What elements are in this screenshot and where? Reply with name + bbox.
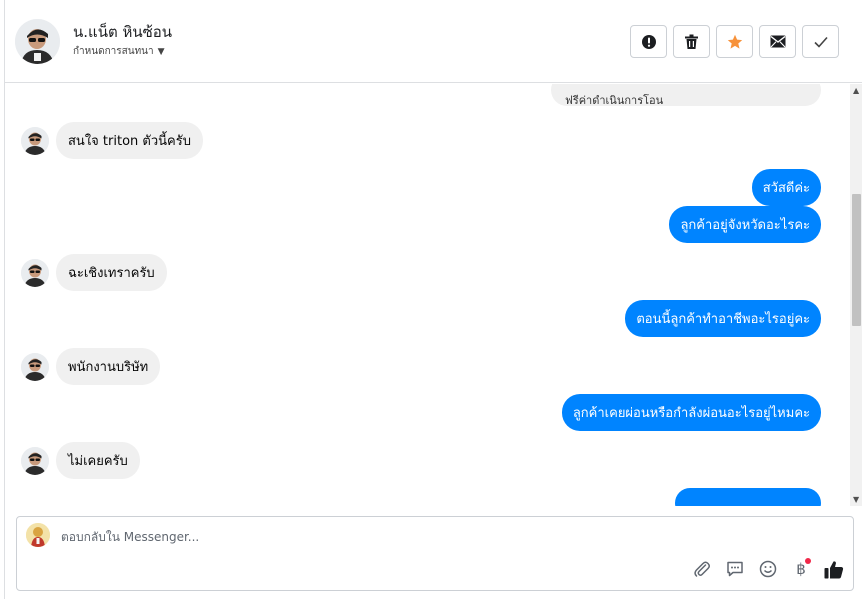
message-row-incoming: ไม่เคยครับ	[21, 442, 140, 479]
caret-down-icon: ▼	[157, 46, 165, 57]
scroll-down-arrow-icon[interactable]: ▼	[853, 495, 859, 504]
mark-unread-button[interactable]	[759, 25, 796, 58]
conversation-panel: น.แน็ต หินซ้อน กำหนดการสนทนา ▼ ฟรีค่าดำเ…	[4, 0, 862, 599]
conversation-header: น.แน็ต หินซ้อน กำหนดการสนทนา ▼	[5, 0, 862, 83]
message-list[interactable]: ฟรีค่าดำเนินการโอน สนใจ triton ตัวนี้ครั…	[5, 84, 850, 506]
emoji-button[interactable]	[757, 558, 779, 580]
attachment-icon	[694, 561, 710, 577]
check-icon	[813, 36, 828, 48]
contact-avatar[interactable]	[15, 19, 60, 64]
message-row-incoming: ฉะเชิงเทราครับ	[21, 254, 167, 291]
message-list-scrollbar[interactable]: ▲ ▼	[850, 84, 862, 506]
scroll-up-arrow-icon[interactable]: ▲	[853, 86, 859, 95]
saved-replies-button[interactable]	[724, 558, 746, 580]
message-bubble-outgoing: ตอนนี้ลูกค้าทำอาชีพอะไรอยู่คะ	[625, 300, 821, 337]
star-button[interactable]	[716, 25, 753, 58]
alert-circle-icon	[641, 34, 656, 49]
message-bubble-outgoing-partial	[675, 488, 821, 506]
star-icon	[727, 34, 742, 49]
message-row-incoming: สนใจ triton ตัวนี้ครับ	[21, 122, 203, 159]
payment-button[interactable]: ฿	[790, 558, 812, 580]
contact-avatar-small[interactable]	[21, 352, 49, 381]
trash-icon	[685, 34, 698, 49]
message-bubble-incoming: พนักงานบริษัท	[56, 348, 161, 385]
conversation-schedule-dropdown[interactable]: กำหนดการสนทนา ▼	[73, 44, 165, 59]
composer-toolbar: ฿	[691, 558, 845, 580]
thumbs-up-icon	[824, 560, 844, 578]
message-bubble-outgoing: ลูกค้าเคยผ่อนหรือกำลังผ่อนอะไรอยู่ไหมคะ	[561, 394, 821, 431]
header-actions	[630, 25, 839, 58]
report-button[interactable]	[630, 25, 667, 58]
scrollbar-thumb[interactable]	[852, 194, 861, 326]
attach-button[interactable]	[691, 558, 713, 580]
saved-reply-icon	[727, 561, 743, 577]
message-row-incoming: พนักงานบริษัท	[21, 348, 161, 385]
notification-dot	[805, 558, 811, 564]
contact-avatar-small[interactable]	[21, 258, 49, 287]
contact-avatar-small[interactable]	[21, 126, 49, 155]
message-bubble-incoming: ฉะเชิงเทราครับ	[56, 254, 167, 291]
like-button[interactable]	[823, 558, 845, 580]
page-avatar	[26, 523, 50, 547]
mark-done-button[interactable]	[802, 25, 839, 58]
reply-composer: ฿	[16, 516, 854, 591]
envelope-icon	[770, 35, 785, 48]
message-bubble-outgoing: ลูกค้าอยู่จังหวัดอะไรคะ	[669, 206, 821, 243]
delete-button[interactable]	[673, 25, 710, 58]
message-bubble-outgoing: สวัสดีค่ะ	[751, 169, 821, 206]
contact-name[interactable]: น.แน็ต หินซ้อน	[73, 20, 172, 44]
message-bubble-incoming: สนใจ triton ตัวนี้ครับ	[56, 122, 203, 159]
message-bubble-incoming: ไม่เคยครับ	[56, 442, 140, 479]
schedule-label: กำหนดการสนทนา	[73, 46, 154, 57]
baht-payment-icon: ฿	[796, 560, 806, 578]
contact-avatar-small[interactable]	[21, 446, 49, 475]
message-bubble-incoming-partial: ฟรีค่าดำเนินการโอน	[551, 84, 821, 107]
reply-input[interactable]	[61, 530, 661, 544]
emoji-icon	[759, 560, 777, 578]
